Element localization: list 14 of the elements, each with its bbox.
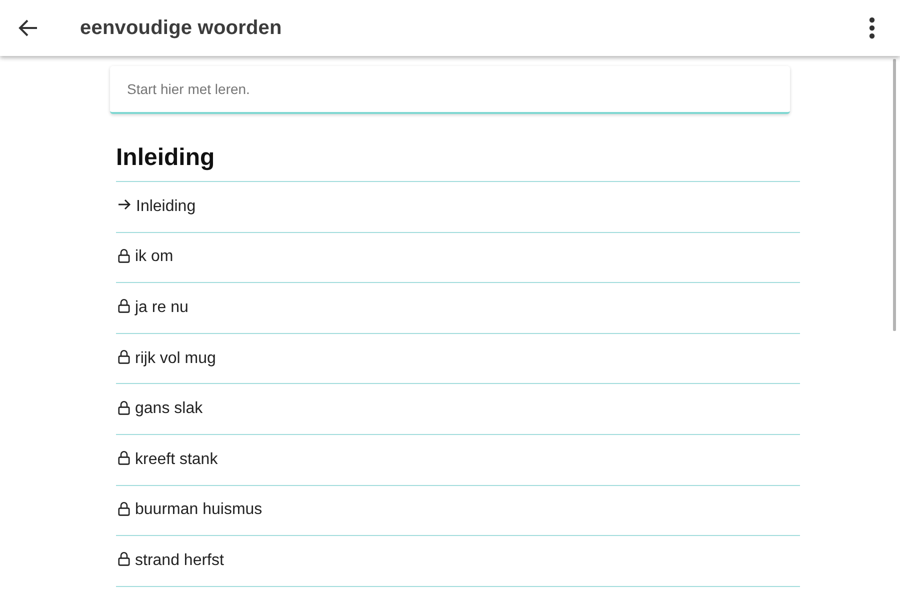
- lesson-item[interactable]: rijk vol mug: [116, 334, 800, 384]
- lesson-item[interactable]: strand herfst: [116, 536, 800, 586]
- lesson-item[interactable]: ik om: [116, 232, 800, 282]
- section-heading: Inleiding: [116, 144, 216, 172]
- intro-text: Start hier met leren.: [127, 81, 250, 97]
- page-title: eenvoudige woorden: [80, 16, 283, 40]
- back-icon[interactable]: [18, 19, 38, 37]
- more-options-icon[interactable]: [869, 17, 875, 39]
- lesson-item[interactable]: kreeft stank: [116, 434, 800, 485]
- lesson-item[interactable]: buurman huismus: [116, 486, 800, 536]
- lesson-item[interactable]: gans slak: [116, 384, 800, 434]
- lesson-item[interactable]: ja re nu: [116, 283, 800, 333]
- lesson-item[interactable]: Inleiding: [116, 182, 800, 232]
- scrollbar[interactable]: [893, 59, 896, 331]
